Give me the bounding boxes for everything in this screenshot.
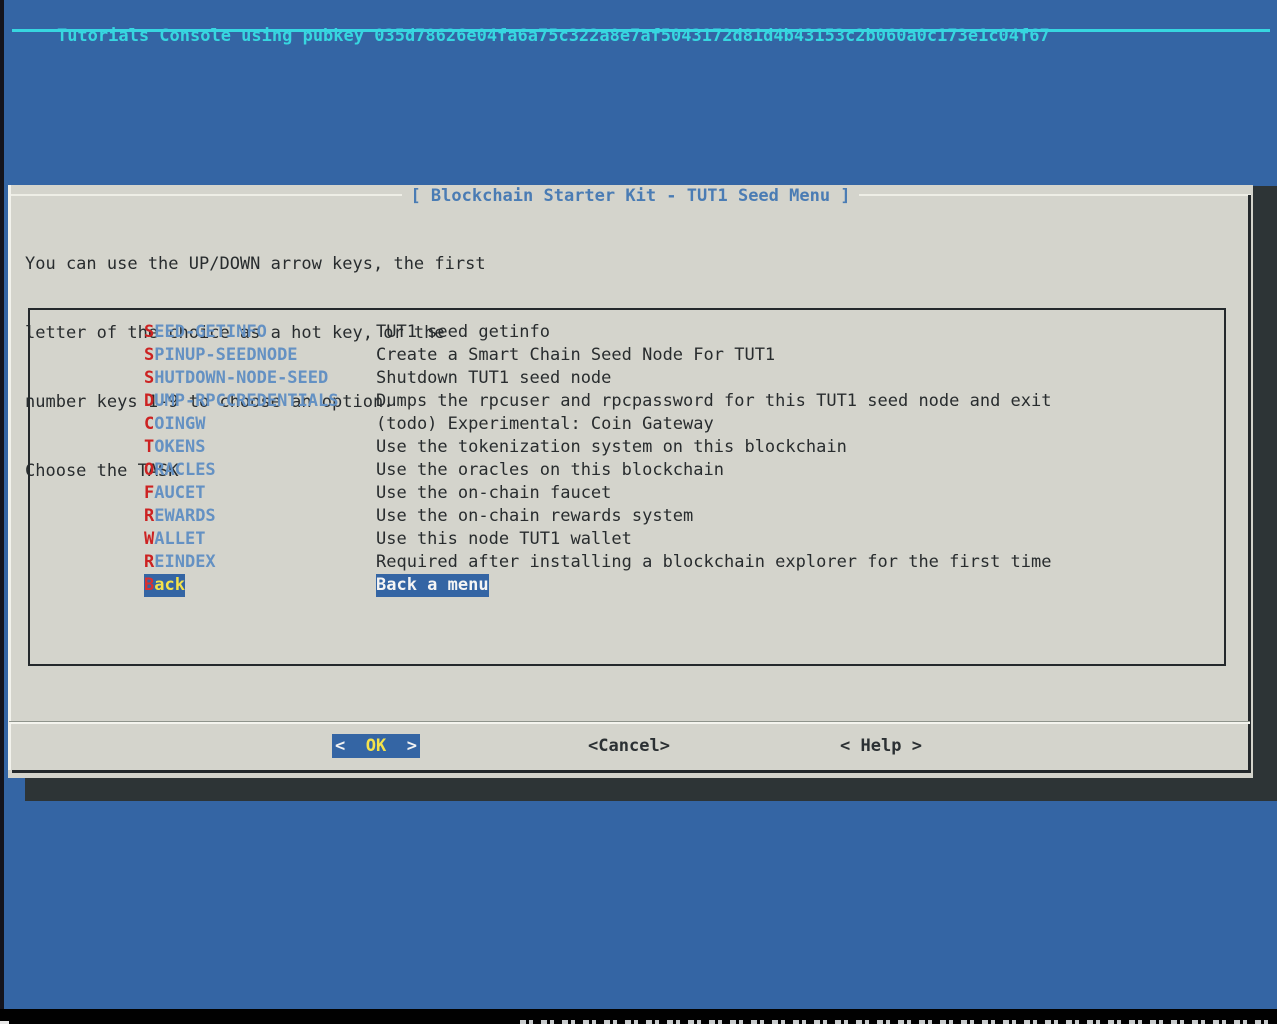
hotkey-letter: W bbox=[144, 529, 154, 549]
status-bar-clipped-text bbox=[520, 1020, 1272, 1024]
hotkey-letter: F bbox=[144, 483, 154, 503]
terminal-title-bar: Tutorials Console using pubkey 035d78626… bbox=[16, 2, 1050, 25]
hotkey-letter: S bbox=[144, 322, 154, 342]
ok-left-bracket: < bbox=[335, 735, 345, 758]
menu-item-reindex[interactable]: REINDEX Required after installing a block… bbox=[30, 551, 1224, 574]
hotkey-letter: B bbox=[144, 575, 154, 595]
cancel-button[interactable]: <Cancel> bbox=[585, 734, 673, 758]
ok-button[interactable]: < OK > bbox=[332, 734, 420, 758]
menu-item-tag[interactable]: COINGW bbox=[144, 413, 205, 436]
menu-item-tag-rest: ack bbox=[154, 575, 185, 595]
button-separator bbox=[9, 721, 1250, 724]
menu-item-tag-rest: PINUP-SEEDNODE bbox=[154, 345, 297, 365]
hotkey-letter: R bbox=[144, 552, 154, 572]
window-left-edge bbox=[0, 0, 4, 1024]
menu-item-description: Create a Smart Chain Seed Node For TUT1 bbox=[376, 344, 775, 367]
dialog-border-bottom bbox=[12, 770, 1251, 773]
menu-item-description: Use the on-chain rewards system bbox=[376, 505, 693, 528]
menu-item-tag-rest: UMP-RPCCREDENTIALS bbox=[154, 391, 338, 411]
menu-item-tag[interactable]: SHUTDOWN-NODE-SEED bbox=[144, 367, 328, 390]
menu-item-tag-rest: RACLES bbox=[154, 460, 215, 480]
menu-item-tag-rest: EWARDS bbox=[154, 506, 215, 526]
dialog-window: [ Blockchain Starter Kit - TUT1 Seed Men… bbox=[8, 185, 1253, 778]
title-underline bbox=[12, 29, 1270, 32]
menu-item-description: (todo) Experimental: Coin Gateway bbox=[376, 413, 714, 436]
hotkey-letter: S bbox=[144, 368, 154, 388]
hotkey-letter: R bbox=[144, 506, 154, 526]
menu-item-tag[interactable]: Back bbox=[144, 574, 185, 597]
menu-item-tag[interactable]: TOKENS bbox=[144, 436, 205, 459]
menu-item-description: Use the on-chain faucet bbox=[376, 482, 611, 505]
menu-item-dump-rpccredentials[interactable]: DUMP-RPCCREDENTIALS Dumps the rpcuser and… bbox=[30, 390, 1224, 413]
menu-item-tag[interactable]: DUMP-RPCCREDENTIALS bbox=[144, 390, 338, 413]
menu-item-tag[interactable]: ORACLES bbox=[144, 459, 216, 482]
hotkey-letter: T bbox=[144, 437, 154, 457]
menu-item-tag-rest: EED-GETINFO bbox=[154, 322, 267, 342]
ok-button-label: OK bbox=[345, 735, 406, 758]
status-bar bbox=[0, 1009, 1277, 1024]
menu-item-oracles[interactable]: ORACLES Use the oracles on this blockchai… bbox=[30, 459, 1224, 482]
menu-item-description: Use the oracles on this blockchain bbox=[376, 459, 724, 482]
menu-item-tag[interactable]: SEED-GETINFO bbox=[144, 321, 267, 344]
menu-item-description: TUT1 seed getinfo bbox=[376, 321, 550, 344]
ok-right-bracket: > bbox=[407, 735, 417, 758]
menu-item-tag[interactable]: WALLET bbox=[144, 528, 205, 551]
menu-item-rewards[interactable]: REWARDS Use the on-chain rewards system bbox=[30, 505, 1224, 528]
menu-item-tag-rest: EINDEX bbox=[154, 552, 215, 572]
hotkey-letter: C bbox=[144, 414, 154, 434]
dialog-shadow-bottom bbox=[25, 778, 1277, 801]
menu-item-description: Dumps the rpcuser and rpcpassword for th… bbox=[376, 390, 1052, 413]
menu-item-tag[interactable]: SPINUP-SEEDNODE bbox=[144, 344, 298, 367]
dialog-border-right bbox=[1248, 195, 1251, 773]
dialog-border-left bbox=[8, 185, 11, 770]
hotkey-letter: S bbox=[144, 345, 154, 365]
menu-item-tag-rest: HUTDOWN-NODE-SEED bbox=[154, 368, 328, 388]
menu-item-faucet[interactable]: FAUCET Use the on-chain faucet bbox=[30, 482, 1224, 505]
menu-item-tag-rest: OINGW bbox=[154, 414, 205, 434]
hotkey-letter: O bbox=[144, 460, 154, 480]
menu-item-back[interactable]: Back Back a menu bbox=[30, 574, 1224, 597]
help-button[interactable]: < Help > bbox=[837, 734, 925, 758]
dialog-shadow-right bbox=[1253, 186, 1277, 801]
menu-item-tag[interactable]: FAUCET bbox=[144, 482, 205, 505]
menu-item-tag-rest: ALLET bbox=[154, 529, 205, 549]
menu-item-shutdown-node-seed[interactable]: SHUTDOWN-NODE-SEED Shutdown TUT1 seed nod… bbox=[30, 367, 1224, 390]
menu-item-tag-rest: OKENS bbox=[154, 437, 205, 457]
menu-item-wallet[interactable]: WALLET Use this node TUT1 wallet bbox=[30, 528, 1224, 551]
menu-item-description: Shutdown TUT1 seed node bbox=[376, 367, 611, 390]
menu-item-tag-rest: AUCET bbox=[154, 483, 205, 503]
dialog-title: [ Blockchain Starter Kit - TUT1 Seed Men… bbox=[402, 185, 858, 208]
menu-item-tag[interactable]: REWARDS bbox=[144, 505, 216, 528]
menu-item-seed-getinfo[interactable]: SEED-GETINFO TUT1 seed getinfo bbox=[30, 321, 1224, 344]
menu-item-description: Back a menu bbox=[376, 574, 489, 597]
instruction-line: You can use the UP/DOWN arrow keys, the … bbox=[25, 253, 486, 276]
menu-item-description: Use this node TUT1 wallet bbox=[376, 528, 632, 551]
menu-item-coingw[interactable]: COINGW (todo) Experimental: Coin Gateway bbox=[30, 413, 1224, 436]
menu-item-tag[interactable]: REINDEX bbox=[144, 551, 216, 574]
menu-item-spinup-seednode[interactable]: SPINUP-SEEDNODE Create a Smart Chain Seed… bbox=[30, 344, 1224, 367]
dialog-title-row: [ Blockchain Starter Kit - TUT1 Seed Men… bbox=[8, 185, 1253, 206]
hotkey-letter: D bbox=[144, 391, 154, 411]
menu-item-description: Required after installing a blockchain e… bbox=[376, 551, 1052, 574]
menu-list[interactable]: SEED-GETINFOTUT1 seed getinfoSPINUP-SEED… bbox=[28, 308, 1226, 666]
terminal-screen: Tutorials Console using pubkey 035d78626… bbox=[0, 0, 1277, 1024]
menu-item-tokens[interactable]: TOKENS Use the tokenization system on thi… bbox=[30, 436, 1224, 459]
menu-item-description: Use the tokenization system on this bloc… bbox=[376, 436, 847, 459]
